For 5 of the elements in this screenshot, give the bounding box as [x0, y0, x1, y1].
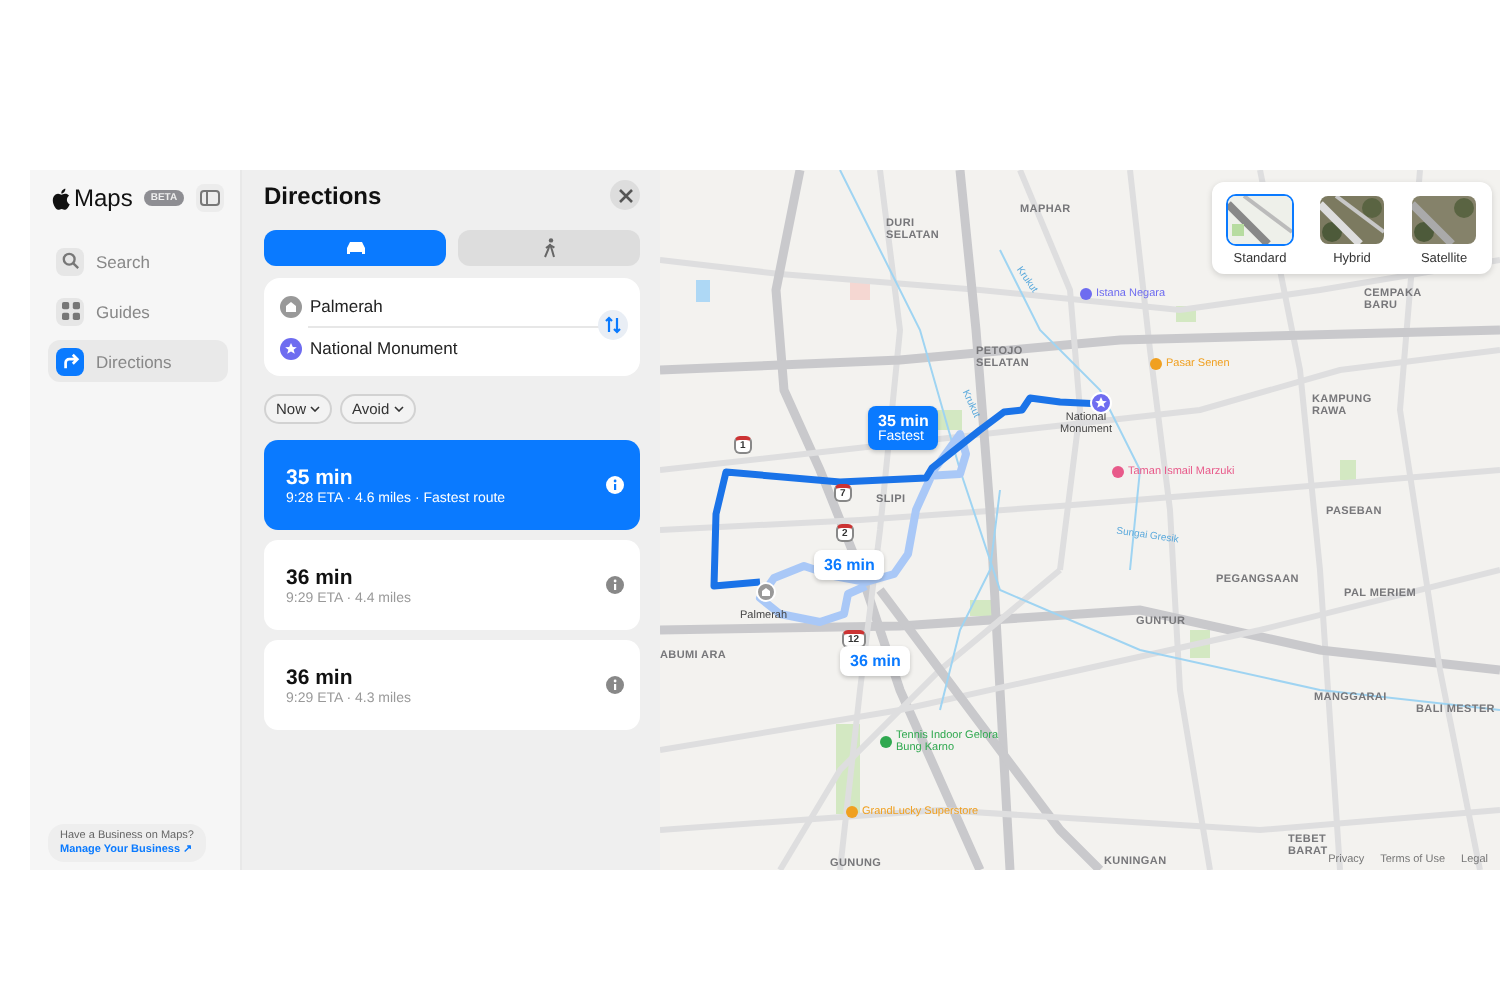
panel-title: Directions [264, 181, 382, 209]
route-time: 36 min [286, 665, 355, 689]
app-name: Maps [74, 184, 133, 212]
route-time: 36 min [286, 565, 355, 589]
route-time: 35 min [286, 465, 355, 489]
